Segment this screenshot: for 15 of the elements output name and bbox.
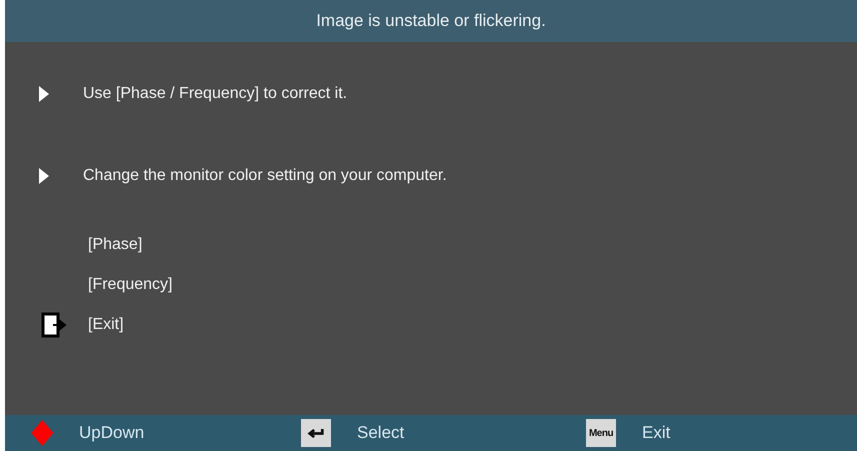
enter-key-icon (301, 419, 331, 447)
bullet-icon (39, 86, 49, 102)
title: Image is unstable or flickering. (316, 11, 546, 31)
hint-label: Exit (642, 423, 670, 443)
exit-icon (41, 312, 67, 338)
bullet-icon (39, 168, 49, 184)
menu-option[interactable]: [Phase] (88, 236, 142, 254)
hint-label: UpDown (79, 423, 144, 443)
tip-text: Use [Phase / Frequency] to correct it. (83, 85, 348, 103)
menu-option[interactable]: [Exit] (88, 316, 124, 334)
diamond-icon (31, 420, 53, 446)
tip-text: Change the monitor color setting on your computer. (83, 167, 447, 185)
menu-key: Menu (586, 419, 616, 447)
menu-option[interactable]: [Frequency] (88, 276, 172, 294)
hint-label: Select (357, 423, 404, 443)
